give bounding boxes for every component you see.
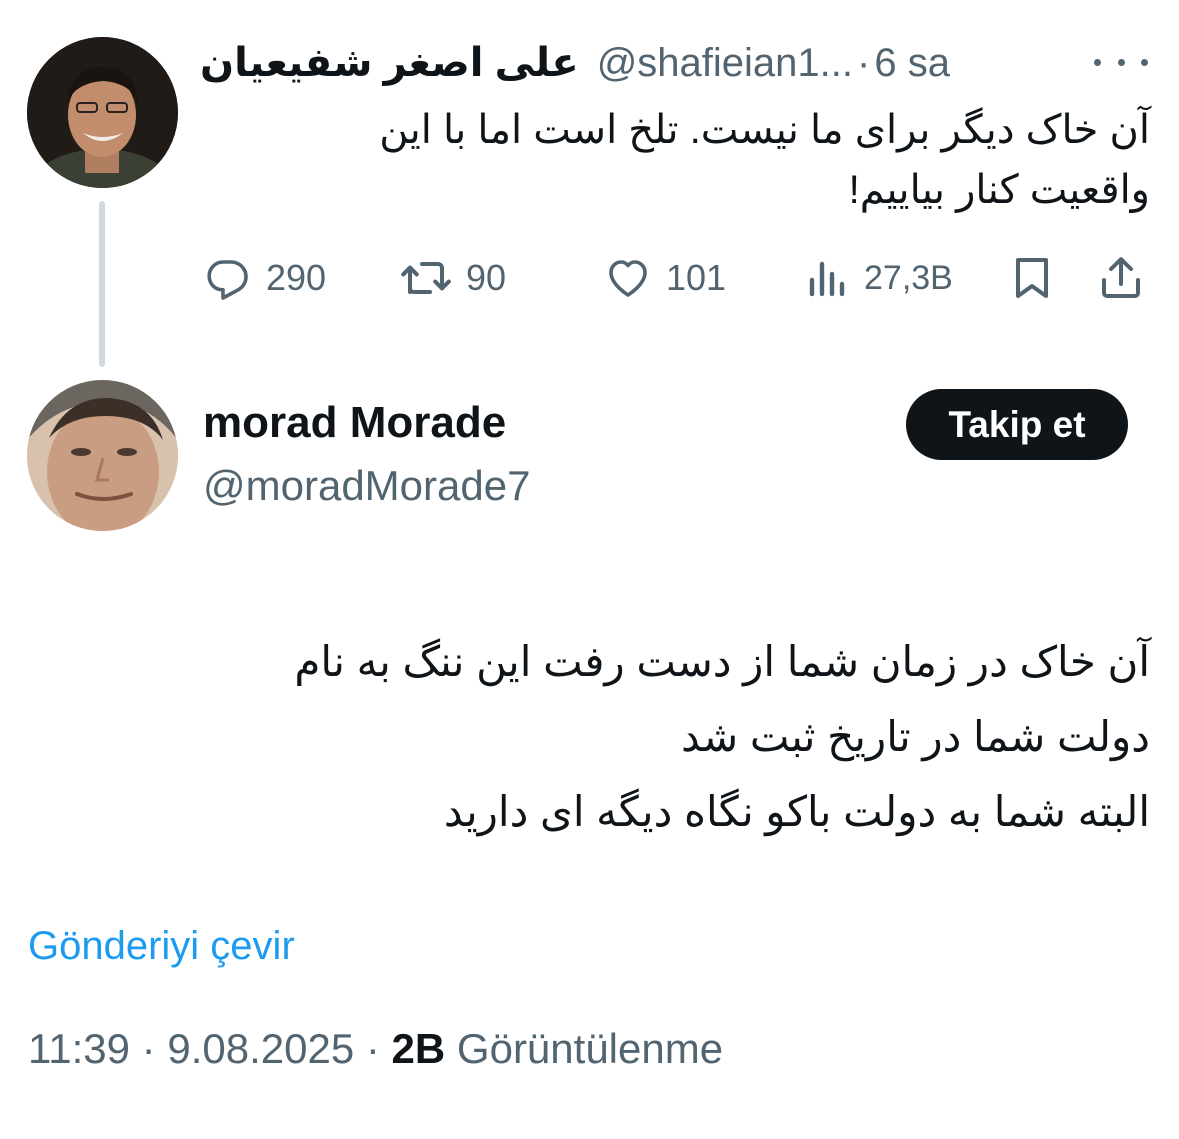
parent-author-handle[interactable]: @shafieian1... [597,41,853,86]
parent-tweet-text: آن خاک دیگر برای ما نیست. تلخ است اما با… [200,100,1150,220]
like-count: 101 [666,257,727,298]
meta-separator: · [365,1025,380,1072]
meta-separator: · [141,1025,156,1072]
tweet-date[interactable]: 9.08.2025 [167,1025,354,1072]
reply-tweet-line: آن خاک در زمان شما از دست رفت این ننگ به… [294,638,1150,685]
follow-button[interactable]: Takip et [906,389,1128,460]
thread-connector-line [99,201,105,367]
tweet-meta-line: 11:39 · 9.08.2025 · 2B Görüntülenme [28,1025,723,1073]
share-icon [1102,257,1140,298]
translate-post-link[interactable]: Gönderiyi çevir [28,924,295,969]
reply-tweet-line: البته شما به دولت باکو نگاه دیگه ای داری… [443,788,1150,835]
like-icon [609,260,647,297]
reply-button[interactable]: 290 [204,248,326,308]
parent-tweet-header: علی اصغر شفیعیان @shafieian1... · 6 sa [200,36,1160,90]
retweet-count: 90 [466,257,507,298]
reply-count: 290 [266,257,327,298]
parent-tweet-line: آن خاک دیگر برای ما نیست. تلخ است اما با… [379,108,1150,152]
reply-tweet-text: آن خاک در زمان شما از دست رفت این ننگ به… [60,624,1150,849]
like-button[interactable]: 101 [604,248,726,308]
more-icon[interactable] [1094,50,1148,74]
reply-author-handle[interactable]: @moradMorade7 [203,462,530,510]
views-button[interactable]: 27,3B [806,248,953,308]
reply-tweet-line: دولت شما در تاریخ ثبت شد [680,713,1150,760]
parent-author-avatar[interactable] [27,37,178,188]
bookmark-button[interactable] [1010,248,1054,308]
reply-author-name[interactable]: morad Morade [203,398,506,448]
views-icon [809,261,845,297]
parent-tweet-time[interactable]: 6 sa [874,41,950,86]
parent-tweet-line: واقعیت کنار بیاییم! [848,168,1150,212]
header-separator: · [857,40,871,85]
reply-icon [207,260,248,300]
tweet-time[interactable]: 11:39 [28,1025,130,1072]
tweet-action-bar: 290 90 101 27,3B [200,248,1160,308]
tweet-views-count: 2B [391,1025,446,1072]
reply-author-avatar[interactable] [27,380,178,531]
bookmark-icon [1016,258,1048,298]
share-button[interactable] [1097,248,1145,308]
retweet-icon [401,262,451,294]
retweet-button[interactable]: 90 [400,248,506,308]
tweet-views-label: Görüntülenme [456,1025,724,1072]
parent-author-name[interactable]: علی اصغر شفیعیان [200,40,579,86]
views-count: 27,3B [864,258,953,297]
